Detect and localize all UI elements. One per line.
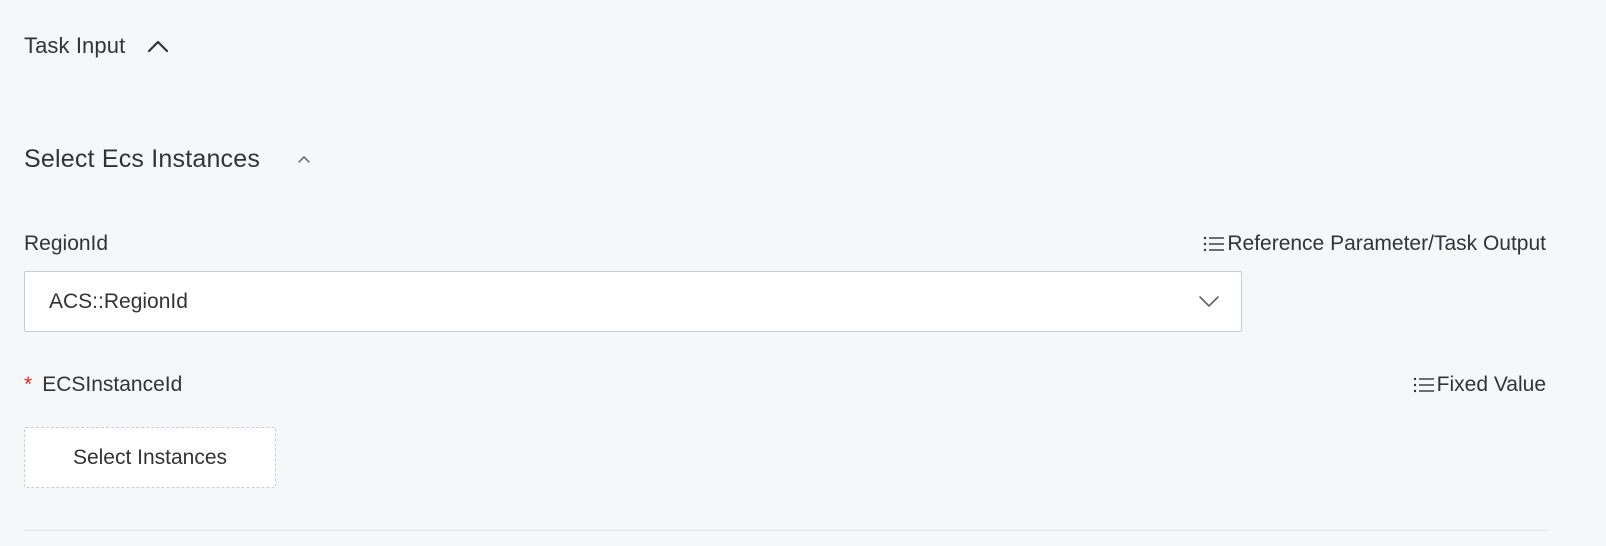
task-input-title: Task Input <box>24 33 126 58</box>
reference-parameter-label: Reference Parameter/Task Output <box>1227 232 1546 255</box>
reference-parameter-toggle[interactable]: Reference Parameter/Task Output <box>1203 230 1546 258</box>
task-input-panel: Task Input Select Ecs Instances RegionId <box>0 0 1606 546</box>
fixed-value-toggle[interactable]: Fixed Value <box>1413 371 1546 399</box>
list-icon <box>1413 374 1437 396</box>
section-title: Select Ecs Instances <box>24 144 261 173</box>
ecs-instance-id-label: * ECSInstanceId <box>24 371 182 399</box>
region-id-label: RegionId <box>24 230 108 258</box>
ecs-instance-id-label-text: ECSInstanceId <box>42 373 183 396</box>
fixed-value-label: Fixed Value <box>1436 373 1546 396</box>
section-header: Select Ecs Instances <box>24 140 312 178</box>
region-id-select[interactable]: ACS::RegionId <box>24 271 1242 332</box>
required-mark: * <box>24 373 33 396</box>
region-id-label-text: RegionId <box>24 232 109 255</box>
select-instances-button[interactable]: Select Instances <box>24 427 276 488</box>
section-collapse-icon[interactable] <box>296 151 312 167</box>
region-id-value: ACS::RegionId <box>49 289 188 313</box>
chevron-down-icon <box>1197 290 1221 314</box>
divider <box>24 530 1546 531</box>
list-icon <box>1203 233 1227 255</box>
chevron-up-icon[interactable] <box>147 35 169 57</box>
task-input-header: Task Input <box>24 30 169 62</box>
